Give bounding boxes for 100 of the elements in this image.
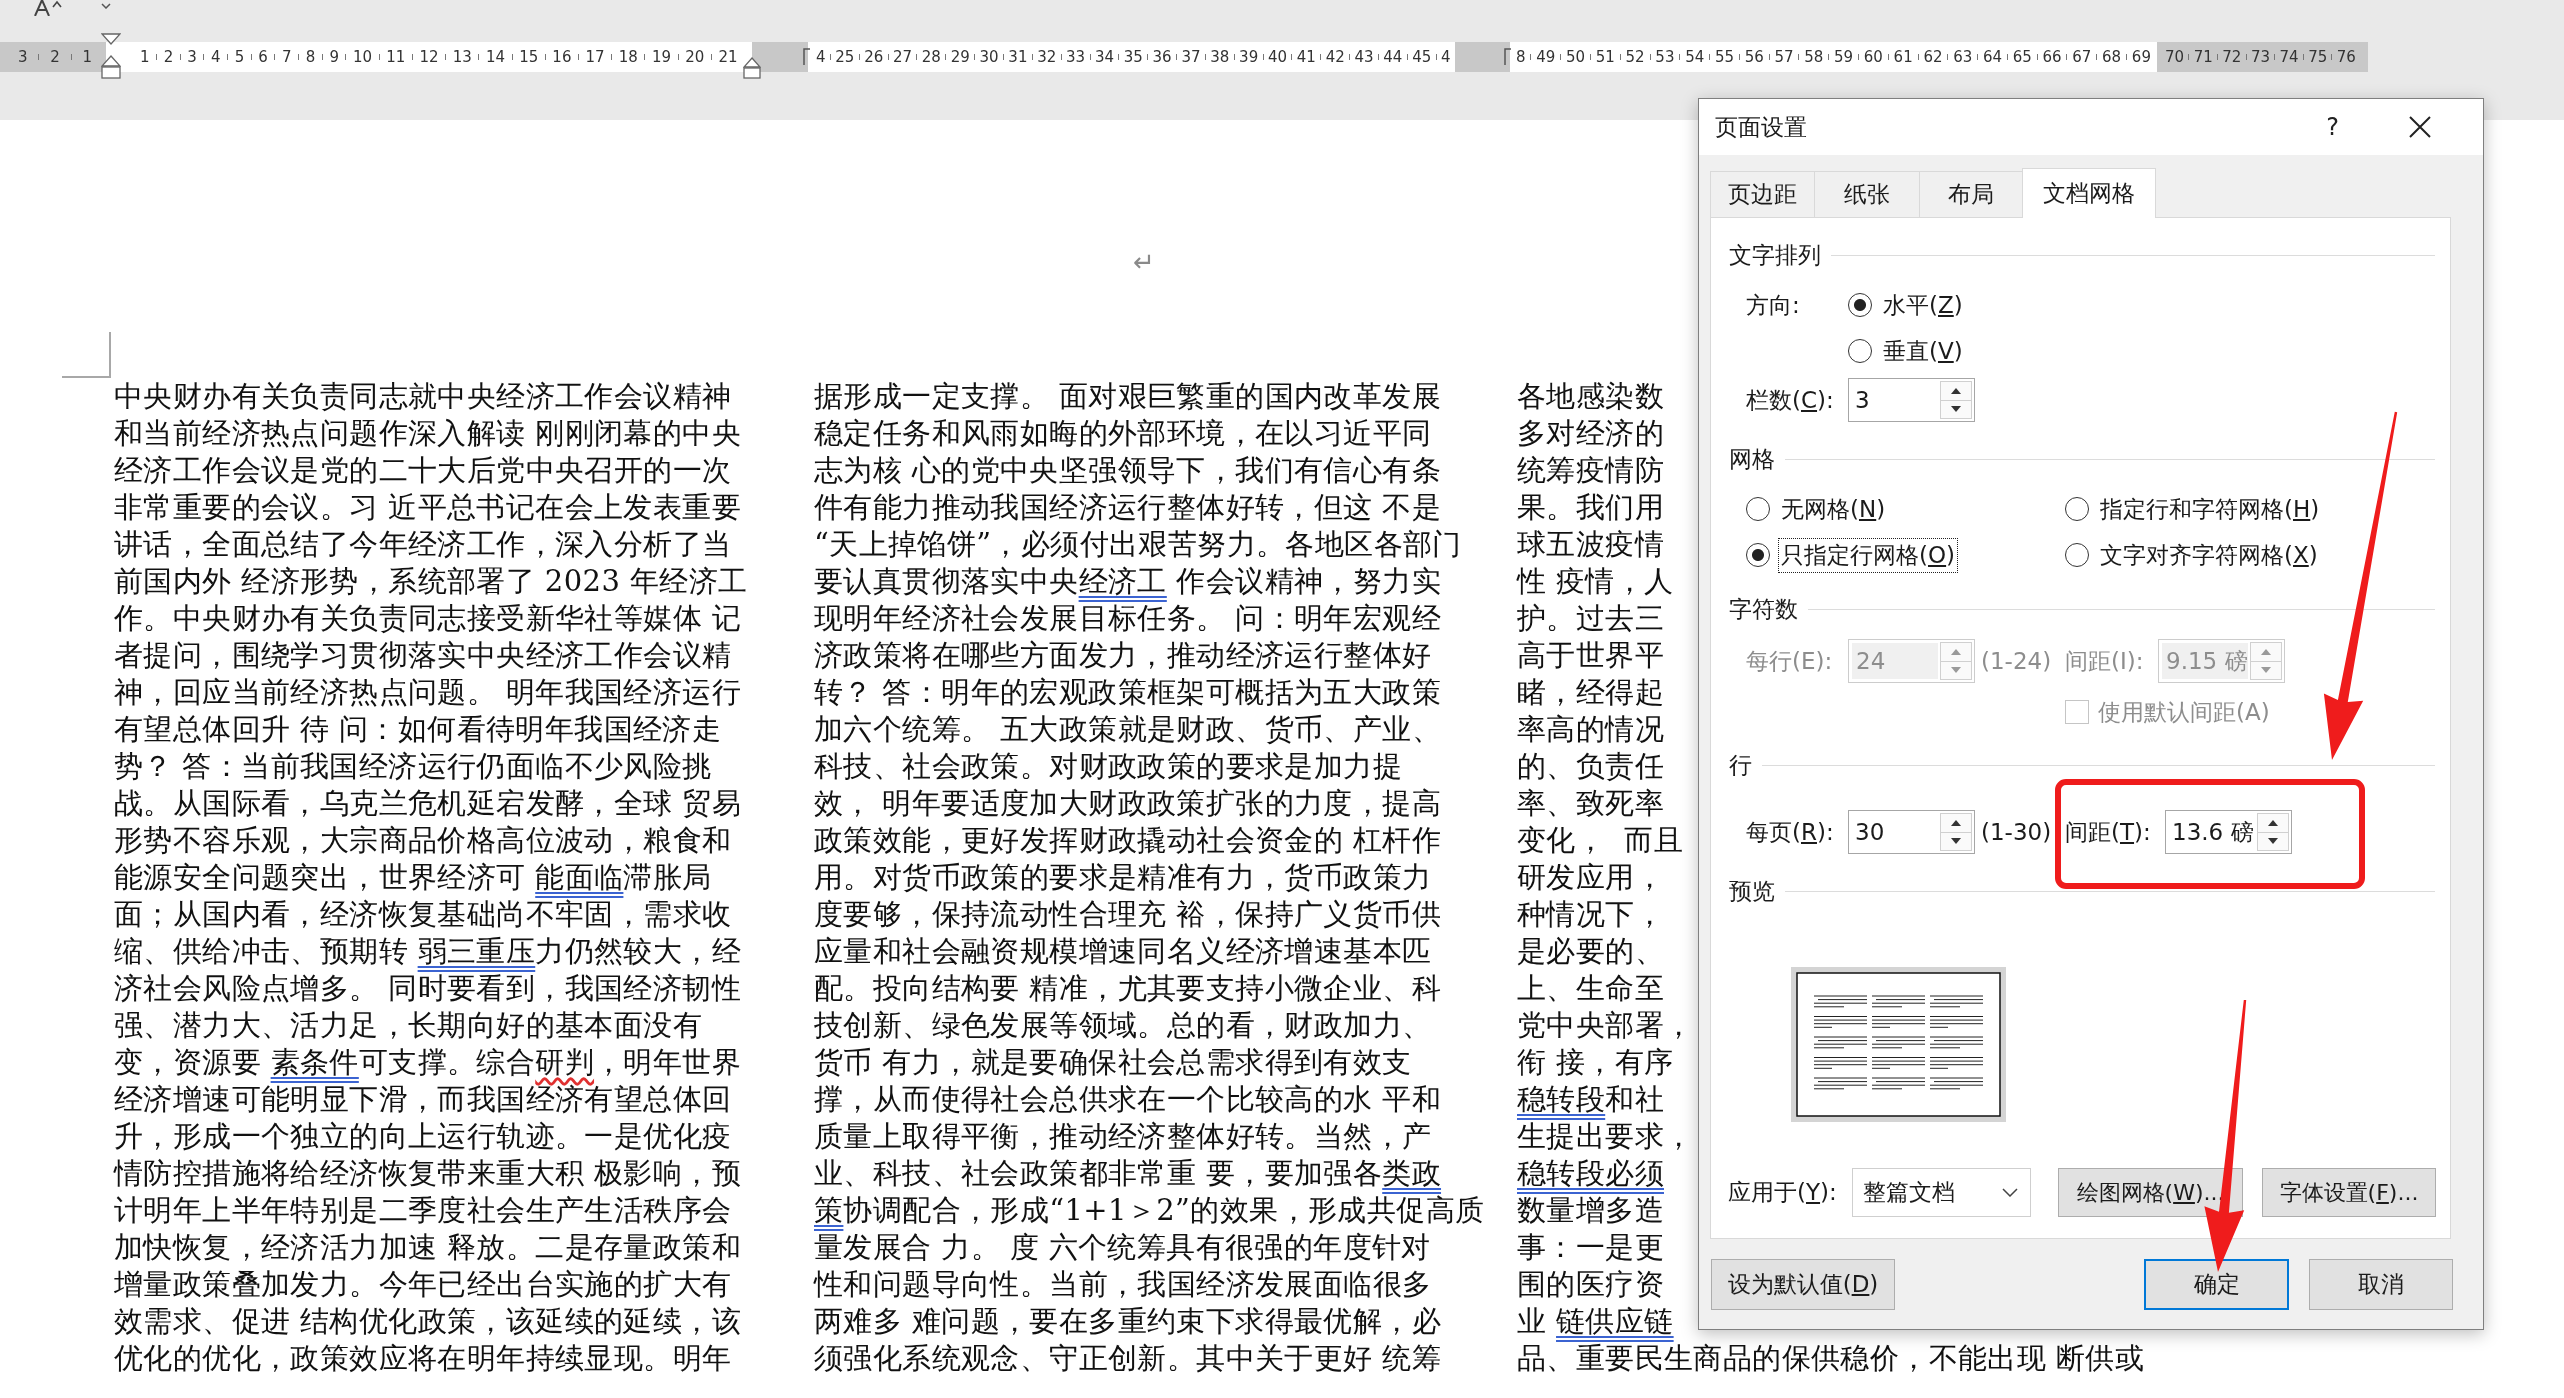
ruler-number: 63 <box>1953 49 1973 65</box>
text-line: 据形成一定支撑。 面对艰巨繁重的国内改革发展 <box>814 378 1442 415</box>
text-line: 件有能力推动我国经济运行整体好转，但这 不是 <box>814 489 1442 526</box>
letter-a-caret-icon[interactable] <box>33 0 63 16</box>
ruler-number: 60 <box>1863 49 1883 65</box>
radio-button[interactable]: 无网格(N) <box>1746 492 1888 526</box>
text-line: 是必要的、 <box>1517 933 1664 970</box>
caret-down-icon <box>1951 667 1961 674</box>
number-field[interactable]: 3 <box>1848 378 1975 422</box>
caret-down-icon <box>2268 838 2278 845</box>
radio-button[interactable]: 水平(Z) <box>1848 288 1965 322</box>
text-line: 球五波疫情 <box>1517 526 1664 563</box>
dialog-button[interactable]: 确定 <box>2144 1259 2289 1310</box>
ruler-number: 70 <box>2165 49 2185 65</box>
text-line: 稳转段和社 <box>1517 1081 1664 1118</box>
text-line: 济政策将在哪些方面发力，推动经济运行整体好 <box>814 637 1432 674</box>
dialog-button[interactable]: 设为默认值(D) <box>1711 1259 1895 1310</box>
text-line: 业、科技、社会政策都非常重 要，要加强各类政 <box>814 1155 1442 1192</box>
text-line: 技创新、绿色发展等领域。总的看，财政加力、 <box>814 1007 1432 1044</box>
tab[interactable]: 文档网格 <box>2022 168 2156 218</box>
text-line: 高于世界平 <box>1517 637 1664 674</box>
ruler-number: 42 <box>1325 49 1345 65</box>
text-line: 须强化系统观念、守正创新。其中关于更好 统筹 <box>814 1340 1442 1377</box>
ruler-number: 51 <box>1595 49 1615 65</box>
ruler-number: 44 <box>1383 49 1403 65</box>
text-line: 睹，经得起 <box>1517 674 1664 711</box>
text-line: 有望总体回升 待 问：如何看待明年我国经济走 <box>114 711 722 748</box>
text-line: 衔 接，有序 <box>1517 1044 1674 1081</box>
ruler-number: 76 <box>2336 49 2356 65</box>
column-marker-icon[interactable] <box>1504 48 1512 66</box>
text-line: 战。从国际看，乌克兰危机延宕发酵，全球 贸易 <box>114 785 742 822</box>
text-line: 现明年经济社会发展目标任务。 问：明年宏观经 <box>814 600 1442 637</box>
ruler-number: 30 <box>979 49 999 65</box>
text-line: 变化， 而且 <box>1517 822 1684 859</box>
number-field[interactable]: 13.6 磅 <box>2165 810 2292 854</box>
text-line: 缩、供给冲击、预期转 弱三重压力仍然较大，经 <box>114 933 742 970</box>
dropdown[interactable]: 整篇文档 <box>1852 1168 2031 1217</box>
dialog-title: 页面设置 <box>1715 112 1808 142</box>
ruler-number: 61 <box>1893 49 1913 65</box>
ruler-number: 15 <box>519 49 539 65</box>
ruler-number: 65 <box>2012 49 2032 65</box>
ruler-number: 4 <box>211 49 221 65</box>
ruler-number: 45 <box>1412 49 1432 65</box>
ruler-number: 29 <box>950 49 970 65</box>
text-line: 情防控措施将给经济恢复带来重大积 极影响，预 <box>114 1155 742 1192</box>
text-line: 性 疫情，人 <box>1517 563 1674 600</box>
ruler-number: 27 <box>893 49 913 65</box>
radio-button[interactable]: 文字对齐字符网格(X) <box>2065 538 2320 572</box>
text-line: 党中央部署， <box>1517 1007 1694 1044</box>
ruler-number: 8 <box>305 49 316 65</box>
caret-down-icon <box>1951 838 1961 845</box>
text-line: 加六个统筹。 五大政策就是财政、货币、产业、 <box>814 711 1442 748</box>
dialog-button[interactable]: 字体设置(F)... <box>2262 1168 2436 1217</box>
number-field[interactable]: 30 <box>1848 810 1975 854</box>
column-marker-icon[interactable] <box>803 48 811 66</box>
text-line: 品、重要民生商品的保供稳价，不能出现 断供或 <box>1517 1340 2145 1377</box>
ruler-number: 31 <box>1008 49 1028 65</box>
text-line: 用。对货币政策的要求是精准有力，货币政策力 <box>814 859 1432 896</box>
ruler-number: 17 <box>585 49 605 65</box>
radio-button[interactable]: 指定行和字符网格(H) <box>2065 492 2322 526</box>
text-line: 优化的优化，政策效应将在明年持续显现。明年 <box>114 1340 732 1377</box>
text-line: 业 链供应链 <box>1517 1303 1674 1340</box>
field-label: 方向: <box>1746 290 1800 320</box>
ruler-number: 8 <box>1516 49 1526 65</box>
indent-marker-icon[interactable] <box>743 57 761 79</box>
text-line: 两难多 难问题，要在多重约束下求得最优解，必 <box>814 1303 1442 1340</box>
text-line: 事：一是更 <box>1517 1229 1664 1266</box>
ruler-number: 74 <box>2279 49 2299 65</box>
ruler-number: 62 <box>1923 49 1943 65</box>
caret-up-icon <box>1951 819 1961 826</box>
ruler-number: 16 <box>552 49 572 65</box>
ruler-number: 43 <box>1354 49 1374 65</box>
field-label: 栏数(C): <box>1746 385 1834 415</box>
ruler-number: 55 <box>1714 49 1734 65</box>
ruler-number: 64 <box>1982 49 2003 65</box>
text-line: 能源安全问题突出，世界经济可 能面临滞胀局 <box>114 859 712 896</box>
close-button[interactable] <box>2409 116 2431 138</box>
radio-button[interactable]: 垂直(V) <box>1848 334 1965 368</box>
ruler-number: 1 <box>82 49 92 65</box>
ruler-number: 52 <box>1625 49 1645 65</box>
paragraph-mark: ↵ <box>1133 246 1155 279</box>
text-line: 货币 有力，就是要确保社会总需求得到有效支 <box>814 1044 1412 1081</box>
text-line: 变，资源要 素条件可支撑。综合研判，明年世界 <box>114 1044 742 1081</box>
crop-mark-icon <box>62 332 111 378</box>
caret-down-icon <box>2261 667 2271 674</box>
tab[interactable]: 页边距 <box>1710 171 1815 217</box>
ruler-number: 28 <box>921 49 941 65</box>
ruler-number: 40 <box>1267 49 1288 65</box>
ruler-number: 49 <box>1536 49 1556 65</box>
ruler-number: 2 <box>163 49 174 65</box>
indent-marker-icon[interactable] <box>101 33 121 79</box>
ruler-number: 4 <box>1441 49 1451 65</box>
ruler-number: 35 <box>1123 49 1143 65</box>
text-line: 统筹疫情防 <box>1517 452 1664 489</box>
text-line: 神，回应当前经济热点问题。 明年我国经济运行 <box>114 674 742 711</box>
caret-down-icon[interactable] <box>101 3 111 9</box>
help-button[interactable]: ? <box>2326 113 2339 141</box>
radio-button[interactable]: 只指定行网格(O) <box>1746 538 1958 572</box>
dialog-button[interactable]: 取消 <box>2309 1259 2453 1310</box>
ruler-number: 75 <box>2308 49 2328 65</box>
